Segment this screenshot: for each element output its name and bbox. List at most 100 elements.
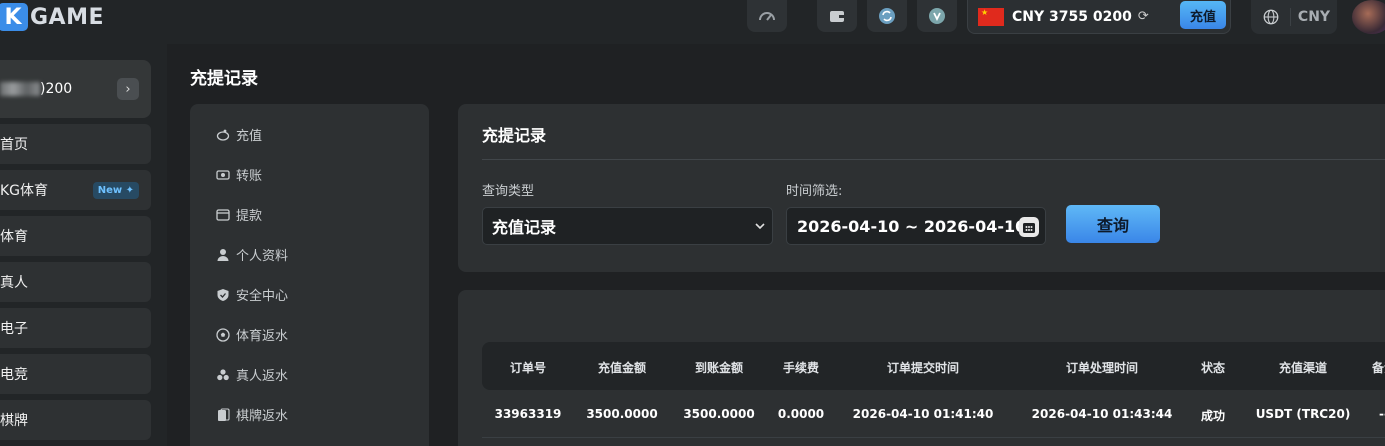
sidebar-item-label: KG体育 <box>0 183 49 199</box>
account-menu: 充值 转账 提款 个人资料 安全中心 体育返水 真人返水 棋牌返水 <box>190 104 429 446</box>
filter-panel: 充提记录 查询类型 时间筛选: 充值记录 2026-04-10 ~ 2026-0… <box>458 104 1385 272</box>
china-flag-icon <box>978 7 1004 26</box>
menu-item-label: 个人资料 <box>236 249 289 264</box>
cell-order-id: 33963319 <box>494 407 562 421</box>
sidebar-item-label: 首页 <box>0 137 28 153</box>
sidebar-item-label: 电竞 <box>0 367 28 383</box>
left-sidebar: )200 › 首页 KG体育 New ✦ 体育 真人 电子 电竞 棋牌 <box>0 44 167 446</box>
cell-received-amount: 3500.0000 <box>683 407 755 421</box>
cell-status: 成功 <box>1200 409 1226 423</box>
menu-item-transfer[interactable]: 转账 <box>216 165 262 184</box>
filter-title: 充提记录 <box>482 126 547 145</box>
new-badge: New ✦ <box>92 182 139 199</box>
col-submit-time: 订单提交时间 <box>886 361 960 375</box>
cards-icon <box>216 407 230 422</box>
menu-item-sports-rebate[interactable]: 体育返水 <box>216 325 288 344</box>
sidebar-item-kg-sports[interactable]: KG体育 New ✦ <box>0 170 151 210</box>
refresh-balance-icon[interactable]: ⟳ <box>1138 9 1149 24</box>
withdraw-icon <box>216 208 230 222</box>
transfer-icon <box>216 168 230 182</box>
balance-box: CNY 3755 0200 ⟳ 充值 <box>967 0 1231 34</box>
user-icon <box>216 248 230 262</box>
col-order-id: 订单号 <box>509 361 547 375</box>
logo-k: K <box>0 3 28 31</box>
menu-item-label: 安全中心 <box>236 289 289 304</box>
cell-deposit-amount: 3500.0000 <box>586 407 658 421</box>
date-range-value: 2026-04-10 ~ 2026-04-10 <box>797 216 1027 236</box>
chevron-right-icon[interactable]: › <box>117 78 139 100</box>
cell-fee: 0.0000 <box>777 407 825 421</box>
col-remark: 备注 <box>1371 361 1385 375</box>
query-type-select[interactable]: 充值记录 <box>482 207 773 245</box>
sidebar-item-live[interactable]: 真人 <box>0 262 151 302</box>
sidebar-item-sports[interactable]: 体育 <box>0 216 151 256</box>
globe-icon[interactable] <box>1251 8 1291 26</box>
logo-text: GAME <box>30 4 105 30</box>
menu-item-label: 棋牌返水 <box>236 409 289 424</box>
table-header: 订单号 充值金额 到账金额 手续费 订单提交时间 订单处理时间 状态 充值渠道 … <box>482 342 1385 390</box>
piggy-bank-icon <box>216 128 230 142</box>
transfer-icon <box>879 8 895 24</box>
table-row: 33963319 3500.0000 3500.0000 0.0000 2026… <box>482 390 1385 438</box>
menu-item-profile[interactable]: 个人资料 <box>216 245 288 264</box>
menu-item-live-rebate[interactable]: 真人返水 <box>216 365 288 384</box>
menu-item-cards-rebate[interactable]: 棋牌返水 <box>216 405 288 424</box>
page-title: 充提记录 <box>190 69 258 89</box>
shield-icon <box>216 288 230 302</box>
recharge-button[interactable]: 充值 <box>1180 1 1226 29</box>
query-type-label: 查询类型 <box>482 184 535 199</box>
vip-icon <box>929 8 945 24</box>
time-filter-label: 时间筛选: <box>786 184 843 199</box>
chips-icon <box>216 368 230 382</box>
avatar[interactable] <box>1352 0 1385 34</box>
col-fee: 手续费 <box>782 361 820 375</box>
wallet-button[interactable] <box>817 0 857 32</box>
sidebar-item-label: 电子 <box>0 321 28 337</box>
menu-item-label: 真人返水 <box>236 369 289 384</box>
kgame-logo[interactable]: K GAME <box>0 2 104 32</box>
calendar-icon[interactable] <box>1019 217 1039 237</box>
sidebar-item-esports[interactable]: 电竞 <box>0 354 151 394</box>
cell-remark: -- <box>1379 407 1385 421</box>
soccer-icon <box>216 327 230 342</box>
currency-label[interactable]: CNY <box>1291 9 1337 25</box>
col-process-time: 订单处理时间 <box>1065 361 1139 375</box>
language-currency-box[interactable]: CNY <box>1251 0 1337 34</box>
speedometer-icon <box>759 12 775 21</box>
sidebar-item-slots[interactable]: 电子 <box>0 308 151 348</box>
top-header: K GAME CNY 3755 0200 ⟳ 充值 CNY <box>0 0 1385 44</box>
query-type-value: 充值记录 <box>492 218 557 237</box>
transfer-button[interactable] <box>867 0 907 32</box>
menu-item-label: 体育返水 <box>236 329 289 344</box>
col-deposit-amount: 充值金额 <box>597 361 647 375</box>
divider <box>482 159 1385 160</box>
menu-item-security[interactable]: 安全中心 <box>216 285 288 304</box>
col-received-amount: 到账金额 <box>694 361 744 375</box>
menu-item-deposit[interactable]: 充值 <box>216 125 262 144</box>
menu-item-label: 提款 <box>236 209 263 224</box>
sidebar-item-label: 棋牌 <box>0 413 28 429</box>
sidebar-item-home[interactable]: 首页 <box>0 124 151 164</box>
query-button[interactable]: 查询 <box>1066 205 1160 243</box>
cell-process-time: 2026-04-10 01:43:44 <box>1031 407 1173 421</box>
chevron-down-icon <box>755 223 765 230</box>
balance-amount: CNY 3755 0200 <box>1012 8 1132 25</box>
col-status: 状态 <box>1200 361 1226 375</box>
speedometer-button[interactable] <box>747 0 787 32</box>
sidebar-item-label: 真人 <box>0 275 28 291</box>
sidebar-item-cards[interactable]: 棋牌 <box>0 400 151 440</box>
cell-submit-time: 2026-04-10 01:41:40 <box>852 407 994 421</box>
col-channel: 充值渠道 <box>1278 361 1328 375</box>
date-range-input[interactable]: 2026-04-10 ~ 2026-04-10 <box>786 207 1046 245</box>
vip-button[interactable] <box>917 0 957 32</box>
records-table: 订单号 充值金额 到账金额 手续费 订单提交时间 订单处理时间 状态 充值渠道 … <box>458 290 1385 446</box>
cell-channel: USDT (TRC20) <box>1255 407 1351 421</box>
menu-item-withdraw[interactable]: 提款 <box>216 205 262 224</box>
user-card[interactable]: )200 › <box>0 60 151 118</box>
menu-item-label: 充值 <box>236 129 263 144</box>
masked-username <box>0 82 40 96</box>
menu-item-label: 转账 <box>236 169 263 184</box>
username-suffix: )200 <box>40 81 73 97</box>
sidebar-item-label: 体育 <box>0 229 28 245</box>
wallet-icon <box>830 11 844 22</box>
